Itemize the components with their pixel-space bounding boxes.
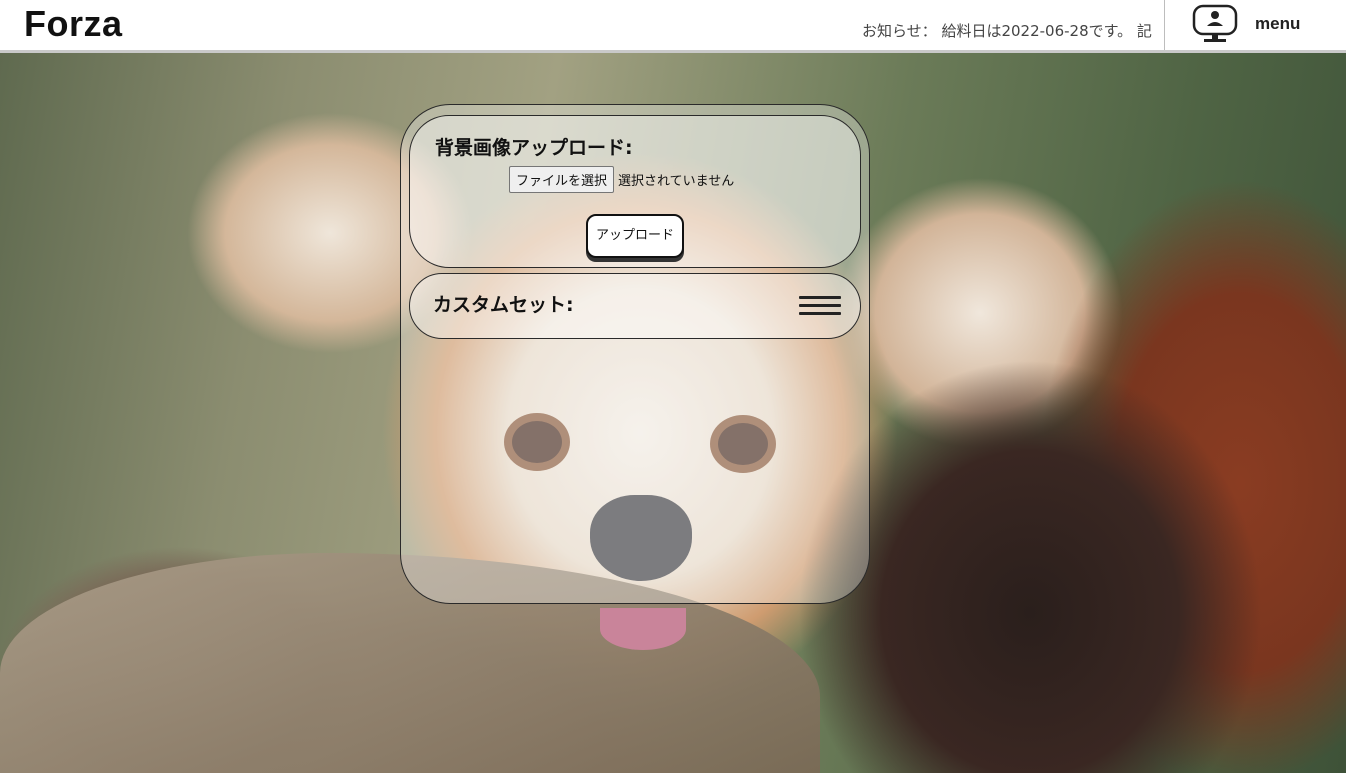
background-upload-card: 背景画像アップロード: ファイルを選択 選択されていません アップロード xyxy=(409,115,861,268)
choose-file-button[interactable]: ファイルを選択 xyxy=(509,166,615,193)
file-picker-row: ファイルを選択 選択されていません xyxy=(509,166,735,193)
hamburger-icon[interactable] xyxy=(799,296,841,320)
menu-button[interactable]: menu xyxy=(1164,0,1346,50)
photo-tongue xyxy=(600,608,686,650)
app-logo[interactable]: Forza xyxy=(24,3,123,45)
settings-panel: 背景画像アップロード: ファイルを選択 選択されていません アップロード カスタム… xyxy=(400,104,870,604)
custom-set-card: カスタムセット: xyxy=(409,273,861,339)
custom-set-title: カスタムセット: xyxy=(433,294,574,316)
file-status-text: 選択されていません xyxy=(618,174,735,189)
upload-button[interactable]: アップロード xyxy=(586,214,684,258)
top-header: Forza お知らせ： 給料日は2022-06-28です。 記 menu xyxy=(0,0,1346,53)
monitor-user-icon xyxy=(1192,4,1238,42)
menu-label: menu xyxy=(1255,14,1301,33)
upload-card-title: 背景画像アップロード: xyxy=(435,137,633,159)
notice-ticker: お知らせ： 給料日は2022-06-28です。 記 xyxy=(862,22,1152,40)
